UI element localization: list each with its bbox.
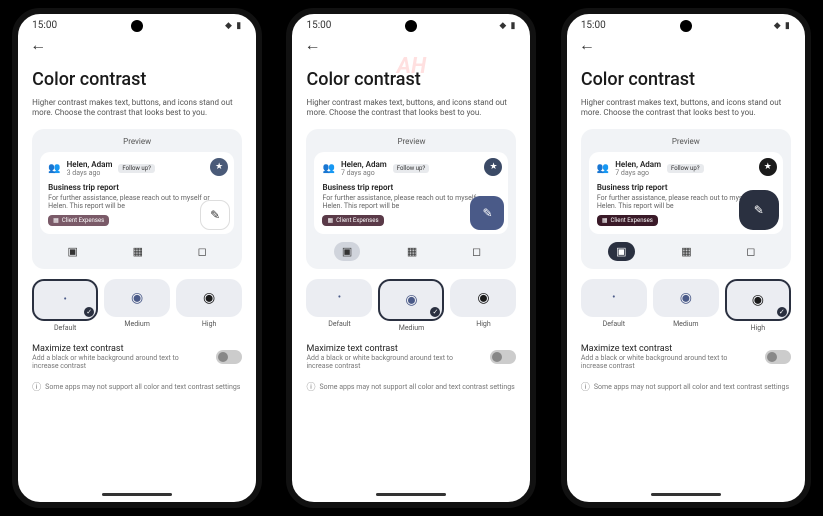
page-description: Higher contrast makes text, buttons, and… [306, 98, 516, 119]
status-icons: ◆ ▮ [225, 21, 242, 31]
clock: 15:00 [32, 20, 57, 31]
status-icons: ◆ ▮ [499, 21, 516, 31]
phone-high: 15:00 ◆ ▮ ← Color contrast Higher contra… [561, 8, 811, 508]
avatar-icon: 👥 [322, 163, 334, 174]
page-description: Higher contrast makes text, buttons, and… [32, 98, 242, 119]
option-medium[interactable]: ◉ Medium [104, 279, 170, 332]
phone-medium: AH 15:00 ◆ ▮ ← Color contrast Higher con… [286, 8, 536, 508]
sender-name: Helen, Adam [341, 160, 387, 169]
option-high[interactable]: ◉✓ High [725, 279, 791, 332]
preview-card: Preview ★ 👥 Helen, Adam 7 days ago Follo… [306, 129, 516, 269]
message-age: 7 days ago [615, 169, 661, 177]
edit-fab[interactable]: ✎ [200, 200, 230, 230]
star-icon[interactable]: ★ [210, 158, 228, 176]
preview-label: Preview [589, 137, 783, 146]
page-description: Higher contrast makes text, buttons, and… [581, 98, 791, 119]
message-subject: Business trip report [322, 183, 500, 192]
maximize-toggle[interactable] [490, 350, 516, 364]
camera-cutout [680, 20, 692, 32]
back-button[interactable]: ← [567, 33, 805, 57]
page-title: Color contrast [306, 69, 516, 90]
sender-name: Helen, Adam [615, 160, 661, 169]
gesture-bar [651, 493, 721, 496]
status-icons: ◆ ▮ [774, 21, 791, 31]
clock: 15:00 [306, 20, 331, 31]
nav-inbox-icon[interactable]: ▣ [59, 242, 85, 261]
page-title: Color contrast [581, 69, 791, 90]
preview-card: Preview ★ 👥 Helen, Adam 7 days ago Follo… [581, 129, 791, 269]
maximize-title: Maximize text contrast [581, 344, 731, 354]
preview-nav: ▣ ▦ ◻ [589, 242, 783, 261]
nav-grid-icon[interactable]: ▦ [399, 242, 425, 261]
option-default[interactable]: •✓ Default [32, 279, 98, 332]
contrast-options: •✓ Default ◉ Medium ◉ High [32, 279, 242, 332]
followup-tag: Follow up? [118, 164, 155, 173]
message-card: ★ 👥 Helen, Adam 7 days ago Follow up? Bu… [589, 152, 783, 234]
maximize-subtitle: Add a black or white background around t… [306, 354, 456, 371]
footnote: ⓘ Some apps may not support all color an… [32, 380, 242, 393]
option-default[interactable]: • Default [306, 279, 372, 332]
maximize-toggle[interactable] [216, 350, 242, 364]
avatar-icon: 👥 [48, 163, 60, 174]
maximize-subtitle: Add a black or white background around t… [581, 354, 731, 371]
footnote: ⓘ Some apps may not support all color an… [581, 380, 791, 393]
contrast-options: • Default ◉ Medium ◉✓ High [581, 279, 791, 332]
preview-nav: ▣ ▦ ◻ [314, 242, 508, 261]
nav-chat-icon[interactable]: ◻ [464, 242, 489, 261]
nav-inbox-icon[interactable]: ▣ [334, 242, 360, 261]
followup-tag: Follow up? [667, 164, 704, 173]
maximize-title: Maximize text contrast [32, 344, 182, 354]
page-title: Color contrast [32, 69, 242, 90]
preview-card: Preview ★ 👥 Helen, Adam 3 days ago Follo… [32, 129, 242, 269]
maximize-row: Maximize text contrast Add a black or wh… [306, 344, 516, 371]
info-icon: ⓘ [306, 380, 315, 393]
star-icon[interactable]: ★ [759, 158, 777, 176]
maximize-title: Maximize text contrast [306, 344, 456, 354]
option-high[interactable]: ◉ High [450, 279, 516, 332]
followup-tag: Follow up? [393, 164, 430, 173]
footnote: ⓘ Some apps may not support all color an… [306, 380, 516, 393]
preview-label: Preview [314, 137, 508, 146]
message-subject: Business trip report [48, 183, 226, 192]
option-high[interactable]: ◉ High [176, 279, 242, 332]
contrast-options: • Default ◉✓ Medium ◉ High [306, 279, 516, 332]
preview-nav: ▣ ▦ ◻ [40, 242, 234, 261]
message-card: ★ 👥 Helen, Adam 3 days ago Follow up? Bu… [40, 152, 234, 234]
maximize-toggle[interactable] [765, 350, 791, 364]
sender-name: Helen, Adam [67, 160, 113, 169]
info-icon: ⓘ [581, 380, 590, 393]
maximize-subtitle: Add a black or white background around t… [32, 354, 182, 371]
nav-grid-icon[interactable]: ▦ [673, 242, 699, 261]
message-card: ★ 👥 Helen, Adam 7 days ago Follow up? Bu… [314, 152, 508, 234]
info-icon: ⓘ [32, 380, 41, 393]
nav-chat-icon[interactable]: ◻ [190, 242, 215, 261]
camera-cutout [131, 20, 143, 32]
phone-default: 15:00 ◆ ▮ ← Color contrast Higher contra… [12, 8, 262, 508]
message-age: 7 days ago [341, 169, 387, 177]
expense-chip: ▦ Client Expenses [322, 215, 383, 226]
back-button[interactable]: ← [292, 33, 530, 57]
message-age: 3 days ago [67, 169, 113, 177]
maximize-row: Maximize text contrast Add a black or wh… [581, 344, 791, 371]
option-medium[interactable]: ◉ Medium [653, 279, 719, 332]
nav-grid-icon[interactable]: ▦ [125, 242, 151, 261]
nav-chat-icon[interactable]: ◻ [738, 242, 763, 261]
option-medium[interactable]: ◉✓ Medium [378, 279, 444, 332]
edit-fab[interactable]: ✎ [739, 190, 779, 230]
clock: 15:00 [581, 20, 606, 31]
expense-chip: ▦ Client Expenses [48, 215, 109, 226]
camera-cutout [405, 20, 417, 32]
option-default[interactable]: • Default [581, 279, 647, 332]
gesture-bar [376, 493, 446, 496]
gesture-bar [102, 493, 172, 496]
nav-inbox-icon[interactable]: ▣ [608, 242, 634, 261]
expense-chip: ▦ Client Expenses [597, 215, 658, 226]
back-button[interactable]: ← [18, 33, 256, 57]
preview-label: Preview [40, 137, 234, 146]
maximize-row: Maximize text contrast Add a black or wh… [32, 344, 242, 371]
avatar-icon: 👥 [597, 163, 609, 174]
edit-fab[interactable]: ✎ [470, 196, 504, 230]
